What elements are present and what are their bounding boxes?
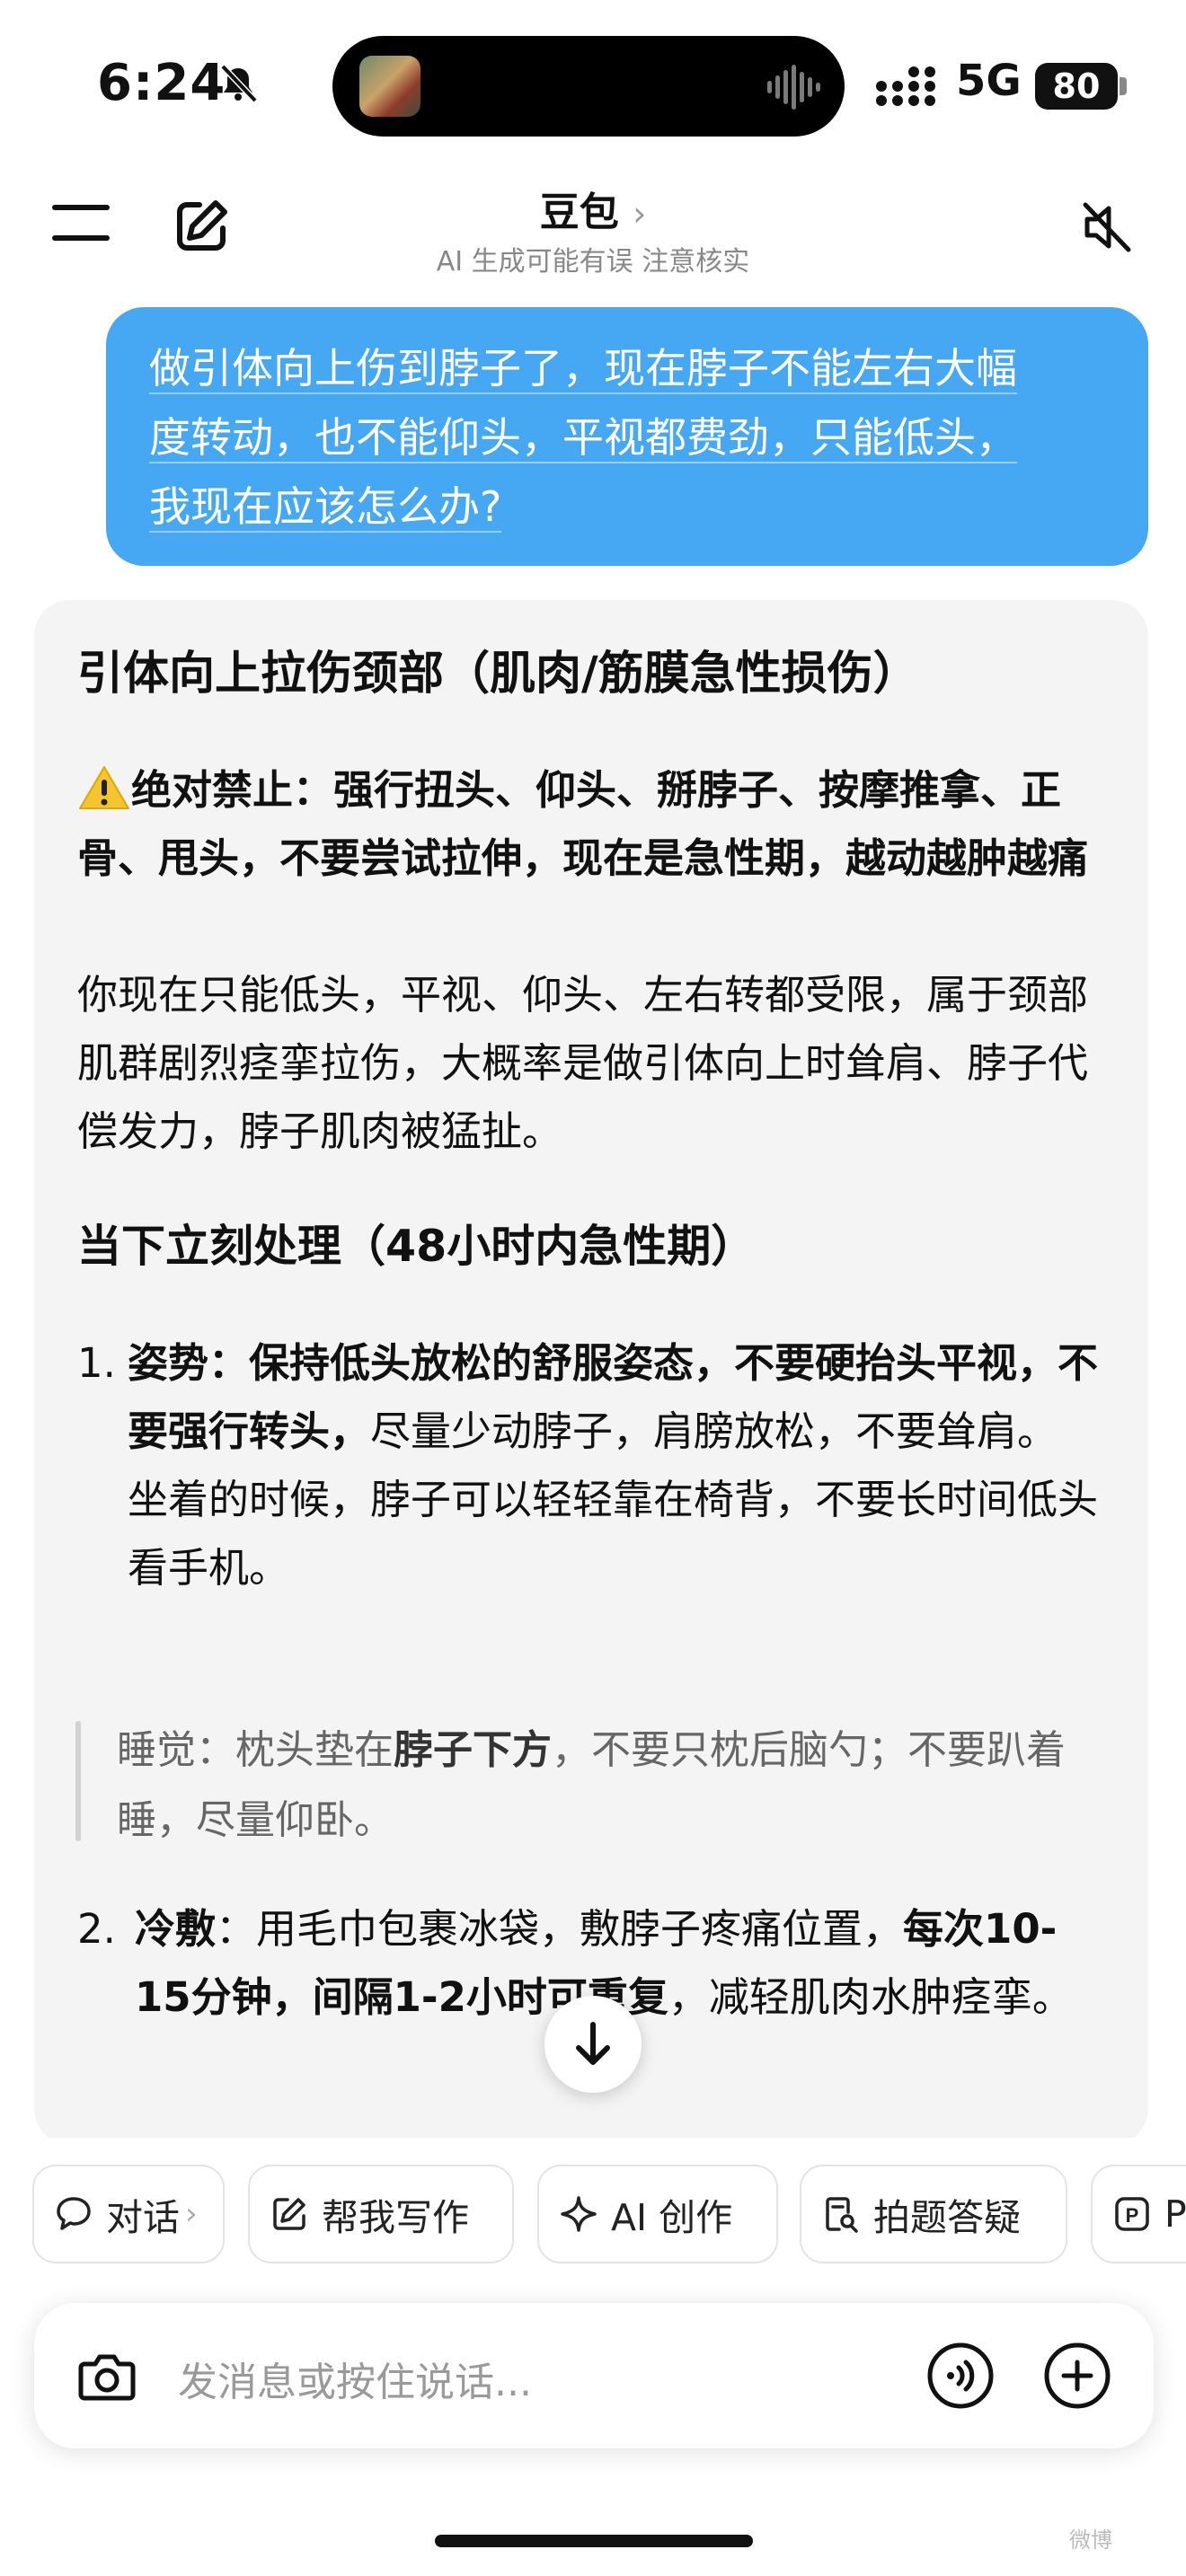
watermark: 微博 — [1069, 2527, 1112, 2553]
chip-label: P — [1164, 2192, 1186, 2236]
chevron-right-icon: › — [185, 2196, 198, 2232]
list-number: 1. — [77, 1339, 116, 1387]
now-playing-artwork — [359, 56, 420, 117]
scroll-to-bottom-button[interactable] — [544, 1996, 642, 2093]
list-item-text: ，减轻肌肉水肿痉挛。 — [668, 1973, 1073, 2021]
arrow-down-icon — [576, 2022, 610, 2065]
chip-photo-question[interactable]: 拍题答疑 — [800, 2165, 1067, 2263]
list-item-bold: 冷敷 — [135, 1905, 217, 1953]
chip-label: AI 创作 — [611, 2196, 733, 2239]
section-heading: 当下立刻处理（48小时内急性期） — [77, 1221, 756, 1272]
chevron-right-icon: › — [633, 194, 647, 234]
list-number: 2. — [77, 1905, 116, 1953]
page-title[interactable]: 豆包 › — [0, 180, 1186, 237]
user-message-line: 我现在应该怎么办? — [149, 482, 502, 533]
shortcut-chips: 对话 › 帮我写作 AI 创作 拍题答疑 P P — [32, 2165, 1186, 2269]
network-type: 5G — [956, 56, 1022, 106]
answer-heading: 引体向上拉伤颈部（肌肉/筋膜急性损伤） — [77, 648, 919, 701]
camera-icon[interactable] — [72, 2341, 142, 2411]
svg-text:P: P — [1126, 2204, 1139, 2227]
warning-icon — [79, 766, 129, 809]
chip-writing[interactable]: 帮我写作 — [248, 2165, 514, 2263]
quote-bold: 脖子下方 — [394, 1727, 552, 1773]
signal-icon — [876, 66, 935, 106]
quote-bar — [75, 1721, 81, 1841]
chip-label: 拍题答疑 — [873, 2196, 1021, 2239]
audio-wave-icon — [767, 65, 820, 110]
status-time: 6:24 — [97, 54, 226, 112]
message-input[interactable]: 发消息或按住说话... — [178, 2350, 532, 2407]
add-icon[interactable] — [1042, 2341, 1112, 2411]
chip-ai-create[interactable]: AI 创作 — [537, 2165, 778, 2263]
quote-text: 睡觉：枕头垫在 — [117, 1727, 394, 1773]
user-message-line: 度转动，也不能仰头，平视都费劲，只能低头， — [149, 413, 1017, 463]
battery-indicator: 80 — [1035, 63, 1118, 110]
speaker-muted-icon[interactable] — [1078, 199, 1134, 255]
list-item-text: ：用毛巾包裹冰袋，敷脖子疼痛位置， — [216, 1905, 904, 1953]
quote-block: 睡觉：枕头垫在脖子下方，不要只枕后脑勺；不要趴着睡，尽量仰卧。 — [117, 1716, 1078, 1856]
user-message-text: 做引体向上伤到脖子了，现在脖子不能左右大幅 度转动，也不能仰头，平视都费劲，只能… — [149, 334, 1120, 542]
battery-tip — [1120, 77, 1127, 95]
chip-p[interactable]: P P — [1091, 2165, 1186, 2263]
voice-call-icon[interactable] — [925, 2341, 996, 2411]
warning-body: 绝对禁止：强行扭头、仰头、掰脖子、按摩推拿、正骨、甩头，不要尝试拉伸，现在是急性… — [77, 766, 1089, 882]
chip-label: 对话 — [106, 2196, 180, 2239]
chip-label: 帮我写作 — [322, 2196, 469, 2239]
content-mask — [0, 2138, 1186, 2165]
title-text: 豆包 — [539, 190, 619, 235]
answer-paragraph: 你现在只能低头，平视、仰头、左右转都受限，属于颈部肌群剧烈痉挛拉伤，大概率是做引… — [77, 971, 1089, 1155]
sparkle-icon — [561, 2196, 597, 2232]
page-subtitle: AI 生成可能有误 注意核实 — [436, 246, 750, 278]
pencil-square-icon — [273, 2198, 305, 2230]
list-item: 1. 姿势：保持低头放松的舒服姿态，不要硬抬头平视，不要强行转头，尽量少动脖子，… — [77, 1329, 1102, 1602]
list-item-extra: 坐着的时候，脖子可以轻轻靠在椅背，不要长时间低头看手机。 — [128, 1476, 1099, 1592]
user-message-line: 做引体向上伤到脖子了，现在脖子不能左右大幅 — [149, 344, 1017, 394]
home-indicator[interactable] — [435, 2535, 753, 2547]
chip-chat[interactable]: 对话 › — [32, 2165, 225, 2263]
warning-text: 绝对禁止：强行扭头、仰头、掰脖子、按摩推拿、正骨、甩头，不要尝试拉伸，现在是急性… — [77, 756, 1102, 893]
p-box-icon: P — [1115, 2197, 1149, 2231]
bell-slash-icon — [220, 64, 258, 103]
list-item-text: 尽量少动脖子，肩膀放松，不要耸肩。 — [370, 1407, 1058, 1455]
chat-bubble-icon — [57, 2197, 91, 2230]
document-search-icon — [826, 2197, 858, 2233]
